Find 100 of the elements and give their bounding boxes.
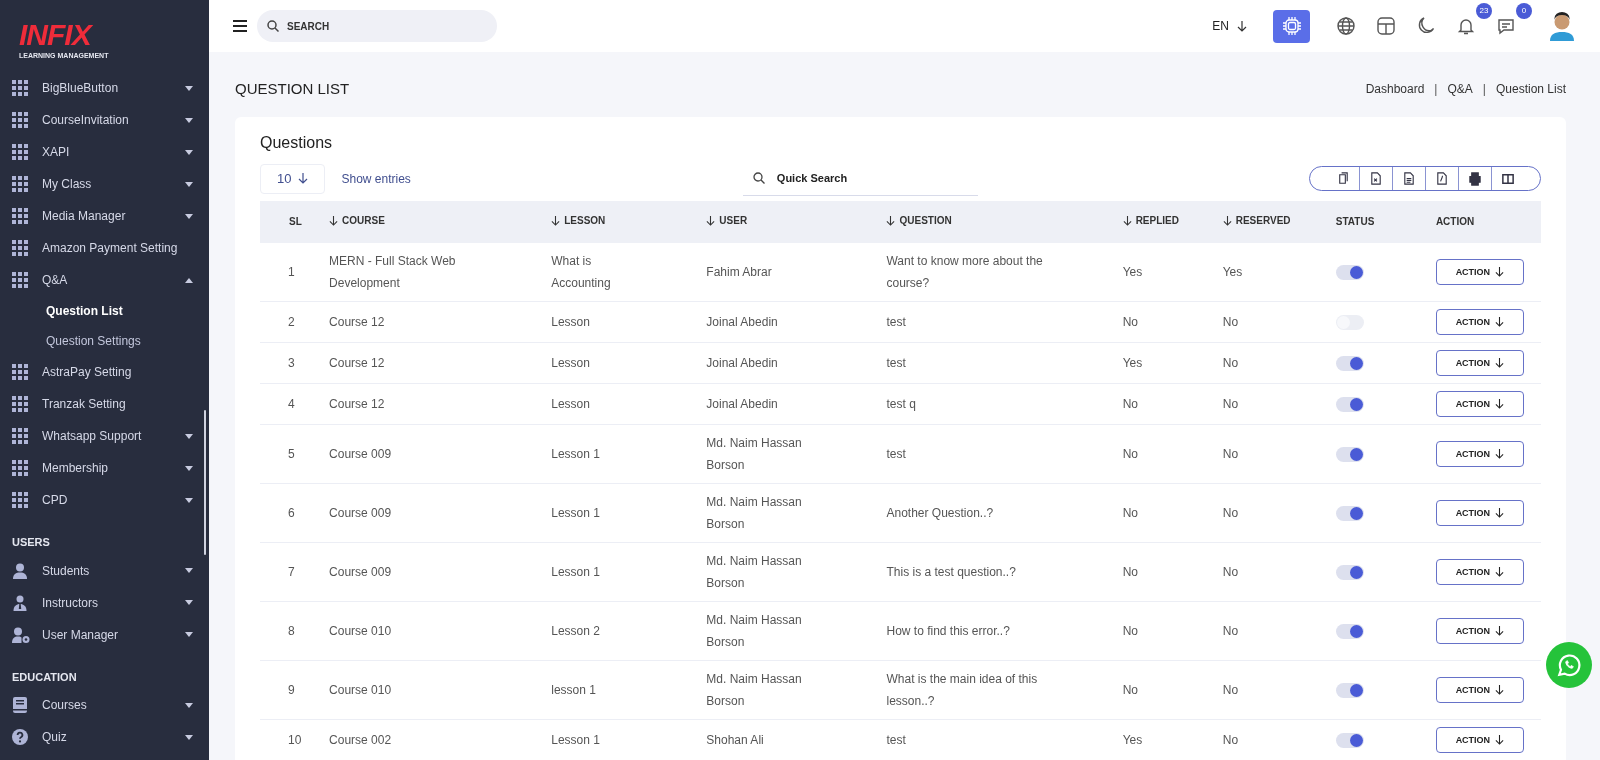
excel-file-icon [1369, 171, 1383, 186]
status-toggle[interactable] [1335, 623, 1364, 639]
table-cell-text: test q [886, 395, 917, 413]
avatar-icon[interactable] [1548, 11, 1576, 41]
action-button[interactable]: ACTION [1435, 558, 1524, 585]
action-button[interactable]: ACTION [1435, 308, 1524, 335]
table-cell-text: Course 12 [329, 313, 386, 331]
table-cell-text: Lesson [551, 313, 591, 331]
sidebar-item[interactable]: CourseInvitation [0, 104, 209, 136]
arrow-down-icon [1495, 566, 1505, 577]
card-title: Questions [260, 132, 333, 153]
status-toggle[interactable] [1335, 682, 1364, 698]
action-button[interactable]: ACTION [1435, 676, 1524, 703]
table-cell-text: 3 [287, 354, 296, 372]
submenu-item[interactable]: Question List [0, 296, 209, 326]
sidebar-item[interactable]: Q&A [0, 264, 209, 296]
table-cell-text: Lesson 1 [551, 504, 601, 522]
column-header[interactable]: SL [265, 214, 302, 229]
user-gear-icon [12, 626, 30, 643]
submenu-item[interactable]: Question Settings [0, 326, 209, 356]
table-cell-text: Fahim Abrar [706, 263, 773, 281]
layout-button[interactable] [1376, 16, 1396, 36]
action-button[interactable]: ACTION [1435, 390, 1524, 417]
table-cell-text: lesson 1 [551, 681, 597, 699]
column-header[interactable]: COURSE [329, 213, 385, 229]
grid-icon [12, 428, 30, 444]
sidebar-item[interactable]: Media Manager [0, 200, 209, 232]
table-cell-text: No [1222, 681, 1240, 699]
column-header[interactable]: QUESTION [886, 213, 952, 229]
chat-icon [1496, 16, 1516, 36]
table-cell-text: test [886, 731, 907, 749]
quick-search-box[interactable]: Quick Search [742, 161, 978, 196]
breadcrumb-link[interactable]: Dashboard [1365, 80, 1425, 99]
sidebar-item[interactable]: Amazon Payment Setting [0, 232, 209, 264]
table-cell-text: Course 009 [329, 445, 393, 463]
table-cell-text: Another Question..? [886, 504, 995, 522]
sidebar-item[interactable]: Courses [0, 689, 209, 721]
table-cell-text: No [1222, 563, 1240, 581]
status-toggle[interactable] [1335, 564, 1364, 580]
status-toggle[interactable] [1335, 505, 1364, 521]
action-button[interactable]: ACTION [1435, 617, 1524, 644]
table-cell-text: No [1122, 563, 1139, 581]
table-cell-text: Md. Naim Hassan Borson [706, 552, 803, 592]
column-header[interactable]: USER [706, 213, 748, 229]
action-button[interactable]: ACTION [1435, 499, 1524, 526]
table-cell-text: Lesson 2 [551, 622, 601, 640]
table-cell-text: Lesson [551, 354, 591, 372]
sidebar-item[interactable]: Instructors [0, 586, 209, 619]
action-button[interactable]: ACTION [1435, 258, 1524, 285]
column-header[interactable]: STATUS [1335, 214, 1375, 229]
table-cell-text: 10 [287, 731, 303, 749]
table-cell-text: No [1122, 504, 1139, 522]
column-header[interactable]: REPLIED [1122, 213, 1179, 229]
document-icon [1402, 171, 1416, 186]
table-cell-text: 7 [287, 563, 296, 581]
sidebar-item[interactable]: My Class [0, 168, 209, 200]
table-cell-text: No [1222, 354, 1240, 372]
moon-button[interactable] [1416, 16, 1436, 36]
sidebar-item[interactable]: Tranzak Setting [0, 388, 209, 420]
action-button[interactable]: ACTION [1435, 726, 1524, 753]
column-header[interactable]: LESSON [551, 213, 606, 229]
quick-search-field[interactable]: Quick Search [776, 161, 968, 195]
column-header[interactable]: ACTION [1435, 214, 1475, 229]
sidebar-item[interactable]: CPD [0, 484, 209, 516]
sidebar-item[interactable]: XAPI [0, 136, 209, 168]
action-button[interactable]: ACTION [1435, 349, 1524, 376]
table-cell-text: Md. Naim Hassan Borson [706, 493, 803, 533]
breadcrumb-link[interactable]: Question List [1495, 80, 1566, 99]
action-button[interactable]: ACTION [1435, 440, 1524, 467]
sidebar-item[interactable]: Membership [0, 452, 209, 484]
search-box[interactable]: SEARCH [257, 10, 497, 42]
status-toggle[interactable] [1335, 396, 1364, 412]
status-toggle[interactable] [1335, 446, 1364, 462]
status-toggle[interactable] [1335, 732, 1364, 748]
bell-button[interactable] [1456, 16, 1476, 36]
status-toggle[interactable] [1335, 264, 1364, 280]
menu-icon[interactable] [233, 20, 247, 32]
sidebar-item[interactable]: Whatsapp Support [0, 420, 209, 452]
entries-dropdown[interactable]: 10 [260, 163, 326, 194]
column-header[interactable]: RESERVED [1222, 213, 1291, 229]
sidebar-item[interactable]: User Manager [0, 618, 209, 651]
grid-icon [12, 492, 30, 508]
sidebar-item[interactable]: BigBlueButton [0, 72, 209, 104]
globe-button[interactable] [1336, 16, 1356, 36]
table-cell-text: Yes [1122, 731, 1144, 749]
sidebar-item[interactable]: Quiz [0, 721, 209, 753]
columns-icon [1501, 171, 1515, 186]
sort-arrow-icon [329, 215, 339, 226]
sort-arrow-icon [551, 215, 561, 226]
chat-button[interactable] [1496, 16, 1516, 36]
language-selector[interactable]: EN [1212, 17, 1247, 35]
sort-arrow-icon [886, 215, 896, 226]
table-cell-text: 9 [287, 681, 296, 699]
ai-chip-button[interactable] [1273, 9, 1310, 43]
sidebar-item[interactable]: AstraPay Setting [0, 356, 209, 388]
search-field[interactable]: SEARCH [287, 10, 487, 42]
scrollbar-thumb[interactable] [204, 410, 206, 555]
status-toggle[interactable] [1335, 355, 1364, 371]
sidebar-item[interactable]: Students [0, 554, 209, 587]
breadcrumb-link[interactable]: Q&A [1447, 80, 1473, 99]
